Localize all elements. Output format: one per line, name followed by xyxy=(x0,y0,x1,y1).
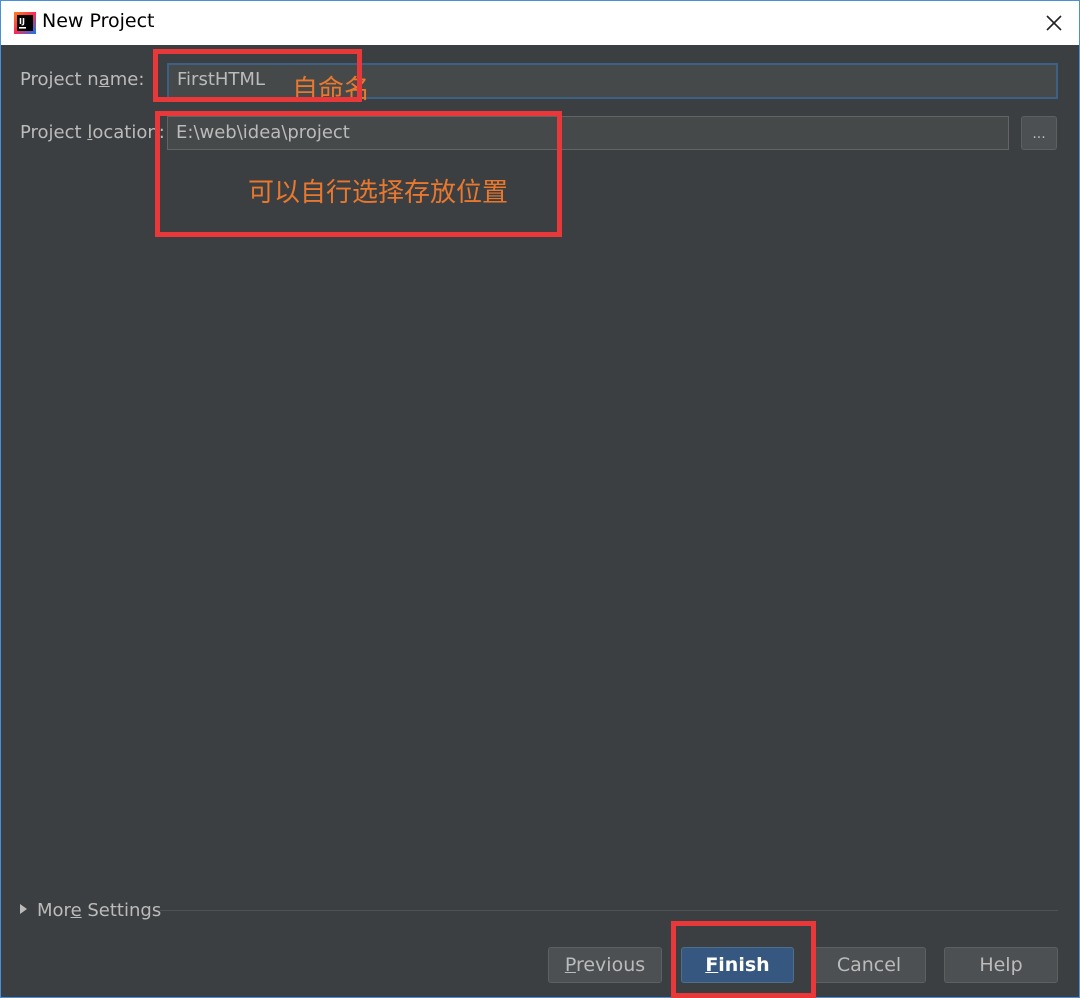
finish-highlight-box xyxy=(671,921,816,998)
close-icon[interactable] xyxy=(1043,12,1065,34)
intellij-app-icon: IJ xyxy=(14,12,36,34)
expand-triangle-icon xyxy=(20,904,27,914)
title-bar: IJ New Project xyxy=(1,1,1079,45)
location-highlight-box xyxy=(155,111,562,237)
help-button[interactable]: Help xyxy=(944,947,1058,983)
browse-location-button[interactable]: ... xyxy=(1021,116,1057,150)
name-highlight-box xyxy=(153,49,362,102)
more-settings-toggle[interactable]: More Settings xyxy=(20,900,161,924)
cancel-button[interactable]: Cancel xyxy=(812,947,926,983)
project-location-label: Project location: xyxy=(20,122,165,143)
previous-button[interactable]: Previous xyxy=(548,947,662,983)
dialog-body: Project name: FirstHTML Project location… xyxy=(1,45,1079,998)
svg-text:IJ: IJ xyxy=(19,17,25,26)
new-project-dialog: IJ New Project Project name: FirstHTML P… xyxy=(0,0,1080,998)
project-name-label: Project name: xyxy=(20,69,145,90)
window-title: New Project xyxy=(42,10,155,32)
more-settings-divider xyxy=(160,910,1058,911)
